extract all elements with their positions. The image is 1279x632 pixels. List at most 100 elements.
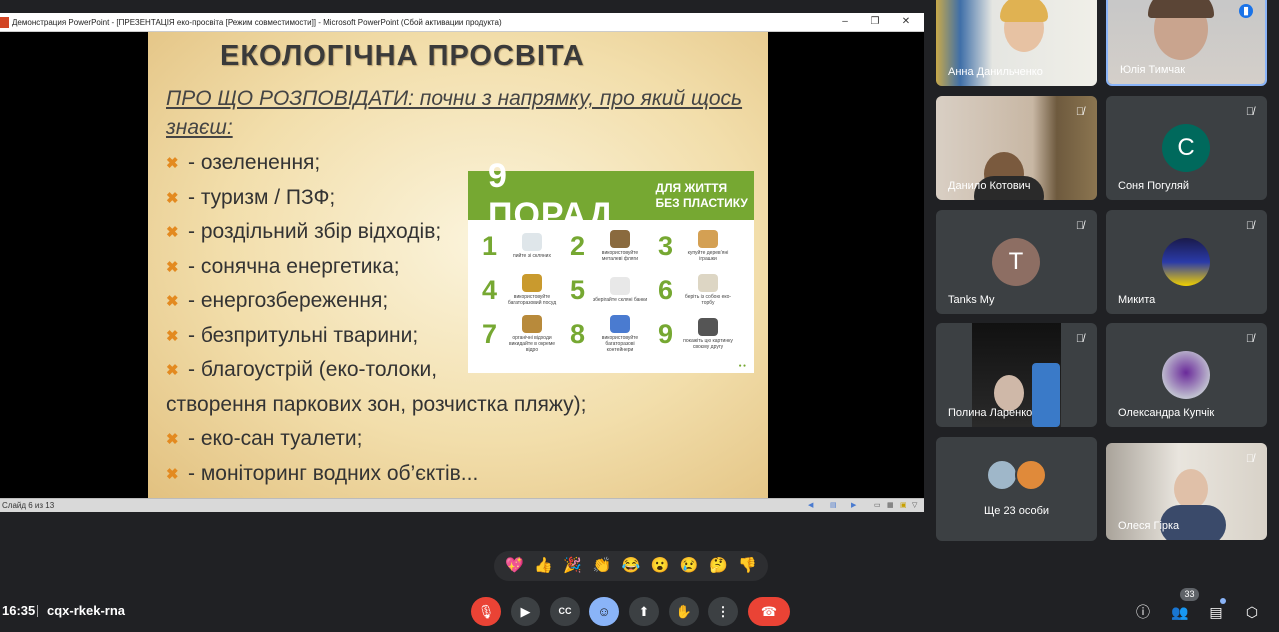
poster-tip: 7 органічні відходи викидайте в окреме ві…	[482, 312, 570, 356]
tip-illustration-icon	[522, 233, 542, 251]
speaking-icon: ▮	[1239, 4, 1253, 18]
tip-text: покажіть цю картинку своєму другу	[683, 338, 733, 350]
participant-tile[interactable]: 🎙̸ Микита	[1106, 210, 1267, 314]
poster-tip: 4 використовуйте багаторазовий посуд	[482, 268, 570, 312]
tip-number: 6	[658, 274, 674, 305]
tip-number: 9	[658, 318, 674, 349]
tip-text: використовуйте металеві фляги	[601, 250, 639, 262]
poster-logo: ● ●	[738, 363, 746, 369]
mic-toggle-button[interactable]: 🎙	[471, 597, 501, 626]
emoji-button[interactable]: ☺	[589, 597, 619, 626]
tip-illustration-icon	[698, 230, 718, 248]
tip-number: 3	[658, 230, 674, 261]
camera-icon: ▶	[520, 604, 531, 619]
bullet-icon: ✖	[166, 155, 179, 173]
avatar	[1015, 459, 1047, 491]
avatar: T	[992, 238, 1040, 286]
participant-tile[interactable]: 🎙̸ Олеся Гірка	[1106, 443, 1267, 540]
bullet-icon: ✖	[166, 189, 179, 207]
bullet-icon: ✖	[166, 258, 179, 276]
reaction-emoji[interactable]: 💖	[505, 557, 524, 575]
bullet-icon: ✖	[166, 431, 179, 449]
slide-subtitle: ПРО ЩО РОЗПОВІДАТИ: почни з напрямку, пр…	[166, 87, 743, 139]
present-button[interactable]: ⬆	[629, 597, 659, 626]
bullet-icon: ✖	[166, 224, 179, 242]
tip-body: використовуйте багаторазовий посуд	[504, 274, 560, 306]
tip-text: використовуйте багаторазові контейнери	[601, 335, 639, 353]
tip-text: використовуйте багаторазовий посуд	[507, 294, 557, 306]
tip-illustration-icon	[698, 274, 718, 292]
window-title: Демонстрация PowerPoint - [ПРЕЗЕНТАЦІЯ е…	[12, 17, 502, 27]
poster-tip: 6 беріть із собою еко-торбу	[658, 268, 746, 312]
slide-counter: Слайд 6 из 13	[2, 501, 55, 510]
leave-call-button[interactable]: ☎	[748, 597, 790, 626]
poster-tip: 1 пийте зі скляних	[482, 224, 570, 268]
avatar	[986, 459, 1018, 491]
participant-tile[interactable]: T 🎙̸ Tanks My	[936, 210, 1097, 314]
participant-hair	[1148, 0, 1214, 18]
presentation-window: Демонстрация PowerPoint - [ПРЕЗЕНТАЦІЯ е…	[0, 13, 924, 512]
participant-tile[interactable]: 🎙̸ Данило Котович	[936, 96, 1097, 200]
tip-number: 2	[570, 230, 586, 261]
poster-tip: 9 покажіть цю картинку своєму другу	[658, 312, 746, 356]
poster-tip: 8 використовуйте багаторазові контейнери	[570, 312, 658, 356]
reaction-emoji[interactable]: 👏	[593, 557, 612, 575]
more-options-button[interactable]: ⋮	[708, 597, 738, 626]
tip-illustration-icon	[610, 315, 630, 333]
tip-body: купуйте дерев’яні іграшки	[680, 230, 736, 262]
sorter-view-icon[interactable]: ▦	[887, 502, 896, 510]
people-icon: 👥	[1171, 604, 1189, 620]
participant-tile[interactable]: Анна Данильченко	[936, 0, 1097, 86]
participant-face	[1174, 469, 1208, 509]
reaction-emoji[interactable]: 🤔	[709, 557, 728, 575]
minimize-button[interactable]: –	[838, 16, 852, 28]
tip-illustration-icon	[610, 277, 630, 295]
next-slide-icon[interactable]: ▶	[851, 502, 860, 510]
chat-button[interactable]: ▤	[1207, 603, 1225, 621]
reaction-emoji[interactable]: 😂	[622, 557, 641, 575]
raise-hand-button[interactable]: ✋	[669, 597, 699, 626]
participant-tile[interactable]: 🎙̸ Олександра Купчік	[1106, 323, 1267, 427]
menu-icon[interactable]: ▤	[830, 502, 839, 510]
tip-body: покажіть цю картинку своєму другу	[680, 318, 736, 350]
more-participants-tile[interactable]: Ще 23 особи	[936, 437, 1097, 541]
prev-slide-icon[interactable]: ◀	[808, 502, 817, 510]
reaction-emoji[interactable]: 🎉	[563, 557, 582, 575]
participant-tile[interactable]: 🎙̸ Полина Ларенко	[936, 323, 1097, 427]
participant-name: Данило Котович	[948, 180, 1031, 192]
slide: ЕКОЛОГІЧНА ПРОСВІТА ПРО ЩО РОЗПОВІДАТИ: …	[148, 32, 768, 498]
participant-face	[994, 375, 1024, 411]
participant-tile-speaking[interactable]: ▮ Юлія Тимчак	[1106, 0, 1267, 86]
people-button[interactable]: 👥	[1171, 603, 1189, 621]
list-item-continuation: створення паркових зон, розчистка пляжу)…	[166, 392, 587, 416]
mic-off-icon: 🎙̸	[1075, 106, 1085, 118]
present-icon: ⬆	[638, 604, 650, 619]
participant-name: Полина Ларенко	[948, 407, 1033, 419]
poster-subtitle: ДЛЯ ЖИТТЯ БЕЗ ПЛАСТИКУ	[655, 180, 748, 210]
avatar: С	[1162, 124, 1210, 172]
reaction-emoji[interactable]: 😮	[651, 557, 670, 575]
normal-view-icon[interactable]: ▭	[874, 502, 883, 510]
captions-button[interactable]: CC	[550, 597, 580, 626]
reading-view-icon[interactable]: ▣	[900, 502, 909, 510]
mic-off-icon: 🎙̸	[1245, 220, 1255, 232]
tip-body: беріть із собою еко-торбу	[680, 274, 736, 306]
meeting-details-button[interactable]: ⓘ	[1134, 603, 1152, 621]
participant-name: Соня Погуляй	[1118, 180, 1189, 192]
participant-name: Микита	[1118, 294, 1156, 306]
tip-text: пийте зі скляних	[513, 253, 551, 259]
reaction-emoji[interactable]: 👎	[738, 557, 757, 575]
slideshow-view-icon[interactable]: ▽	[912, 502, 921, 510]
divider	[37, 605, 38, 617]
poster-tips: 1 пийте зі скляних 2 використовуйте металев…	[468, 220, 754, 356]
list-item: ✖ - еко-сан туалети;	[166, 427, 363, 451]
camera-toggle-button[interactable]: ▶	[511, 597, 540, 626]
participant-tile[interactable]: С 🎙̸ Соня Погуляй	[1106, 96, 1267, 200]
more-participants-label: Ще 23 особи	[983, 505, 1050, 517]
reaction-emoji[interactable]: 😢	[680, 557, 699, 575]
close-button[interactable]: ✕	[899, 16, 913, 28]
powerpoint-icon	[0, 16, 9, 28]
restore-button[interactable]: ❐	[868, 16, 882, 28]
reaction-emoji[interactable]: 👍	[534, 557, 553, 575]
activities-button[interactable]: ⬡	[1243, 603, 1261, 621]
